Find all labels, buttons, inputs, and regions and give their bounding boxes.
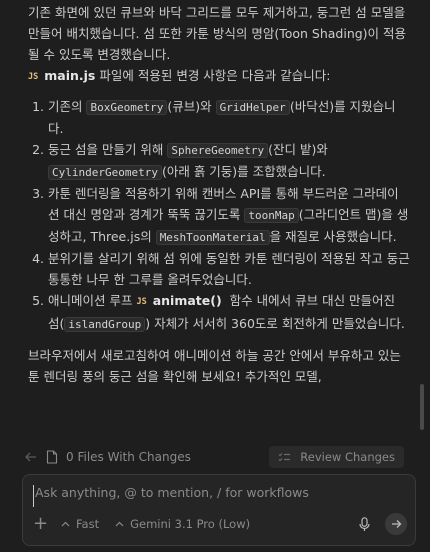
add-context-button[interactable]: +	[33, 515, 49, 533]
file-reference-main-js[interactable]: JS main.js	[28, 68, 99, 83]
list-item: 애니메이션 루프 JSanimate() 함수 내에서 큐브 대신 만들어진 섬…	[48, 290, 410, 335]
list-item-text: 을 재질로 사용했습니다.	[269, 229, 397, 244]
chat-scrollbar[interactable]	[420, 384, 424, 430]
files-changed-label: 0 Files With Changes	[66, 450, 191, 464]
model-selector[interactable]: Gemini 3.1 Pro (Low)	[115, 517, 250, 531]
list-item: 분위기를 살리기 위해 섬 위에 동일한 카툰 렌더링이 적용된 작고 둥근 통…	[48, 248, 410, 290]
input-toolbar: + Fast Gemini 3.1 Pro (Low)	[33, 511, 407, 537]
response-outro: 브라우저에서 새로고침하여 애니메이션 하늘 공간 안에서 부유하고 있는 툰 …	[28, 348, 401, 384]
list-item: 카툰 렌더링을 적용하기 위해 캔버스 API를 통해 부드러운 그라데이션 대…	[48, 183, 410, 248]
inline-code: toonMap	[244, 208, 299, 223]
inline-code: SphereGeometry	[167, 143, 269, 158]
mode-label: Fast	[76, 517, 100, 531]
arrow-right-icon	[391, 520, 401, 528]
transcript-fade	[0, 400, 430, 440]
list-item: 둥근 섬을 만들기 위해 SphereGeometry(잔디 밭)와 Cylin…	[48, 139, 410, 183]
changes-summary: 0 Files With Changes	[24, 450, 191, 464]
chat-input[interactable]	[33, 485, 395, 507]
chevron-up-icon	[115, 521, 124, 527]
js-file-icon: JS	[28, 72, 39, 82]
file-changes-suffix: 파일에 적용된 변경 사항은 다음과 같습니다:	[99, 68, 331, 83]
microphone-icon[interactable]	[359, 516, 370, 532]
list-item-text: 기존의	[48, 99, 87, 114]
inline-code: islandGroup	[64, 317, 146, 332]
chevron-up-icon	[61, 521, 70, 527]
changes-bar: 0 Files With Changes Review Changes	[24, 444, 404, 470]
model-label: Gemini 3.1 Pro (Low)	[130, 517, 251, 531]
arrow-left-icon[interactable]	[24, 450, 38, 464]
function-reference-animate[interactable]: JS animate()	[136, 293, 225, 308]
send-button[interactable]	[385, 513, 407, 535]
changes-list: 기존의 BoxGeometry(큐브)와 GridHelper(바닥선)를 지웠…	[0, 96, 430, 335]
response-intro: 기존 화면에 있던 큐브와 바닥 그리드를 모두 제거하고, 둥그런 섬 모델을…	[28, 5, 407, 62]
list-item-text: 분위기를 살리기 위해 섬 위에 동일한 카툰 렌더링이 적용된 작고 둥근 통…	[48, 251, 410, 287]
function-name[interactable]: animate()	[153, 293, 222, 308]
file-name[interactable]: main.js	[44, 68, 95, 83]
list-check-icon	[278, 452, 291, 461]
list-item-text: 애니메이션 루프	[48, 293, 137, 308]
list-item: 기존의 BoxGeometry(큐브)와 GridHelper(바닥선)를 지웠…	[48, 96, 410, 139]
list-item-text: (아래 흙 기둥)를 조합했습니다.	[161, 164, 326, 179]
file-changes-heading: JS main.js 파일에 적용된 변경 사항은 다음과 같습니다:	[0, 65, 430, 88]
inline-code: CylinderGeometry	[48, 165, 162, 180]
chat-transcript: 기존 화면에 있던 큐브와 바닥 그리드를 모두 제거하고, 둥그런 섬 모델을…	[0, 0, 430, 440]
list-item-text: (큐브)와	[167, 99, 216, 114]
review-changes-label: Review Changes	[300, 450, 395, 464]
js-file-icon: JS	[136, 297, 147, 307]
inline-code: MeshToonMaterial	[155, 230, 270, 245]
mode-selector[interactable]: Fast	[61, 517, 99, 531]
chat-input-box: + Fast Gemini 3.1 Pro (Low)	[22, 474, 416, 546]
file-icon	[46, 450, 58, 464]
list-item-text: ) 자체가 서서히 360도로 회전하게 만들었습니다.	[145, 316, 405, 331]
list-item-text: 둥근 섬을 만들기 위해	[48, 142, 168, 157]
inline-code: BoxGeometry	[86, 100, 168, 115]
inline-code: GridHelper	[215, 100, 290, 115]
list-item-text: (잔디 밭)와	[268, 142, 328, 157]
review-changes-button[interactable]: Review Changes	[269, 446, 404, 468]
